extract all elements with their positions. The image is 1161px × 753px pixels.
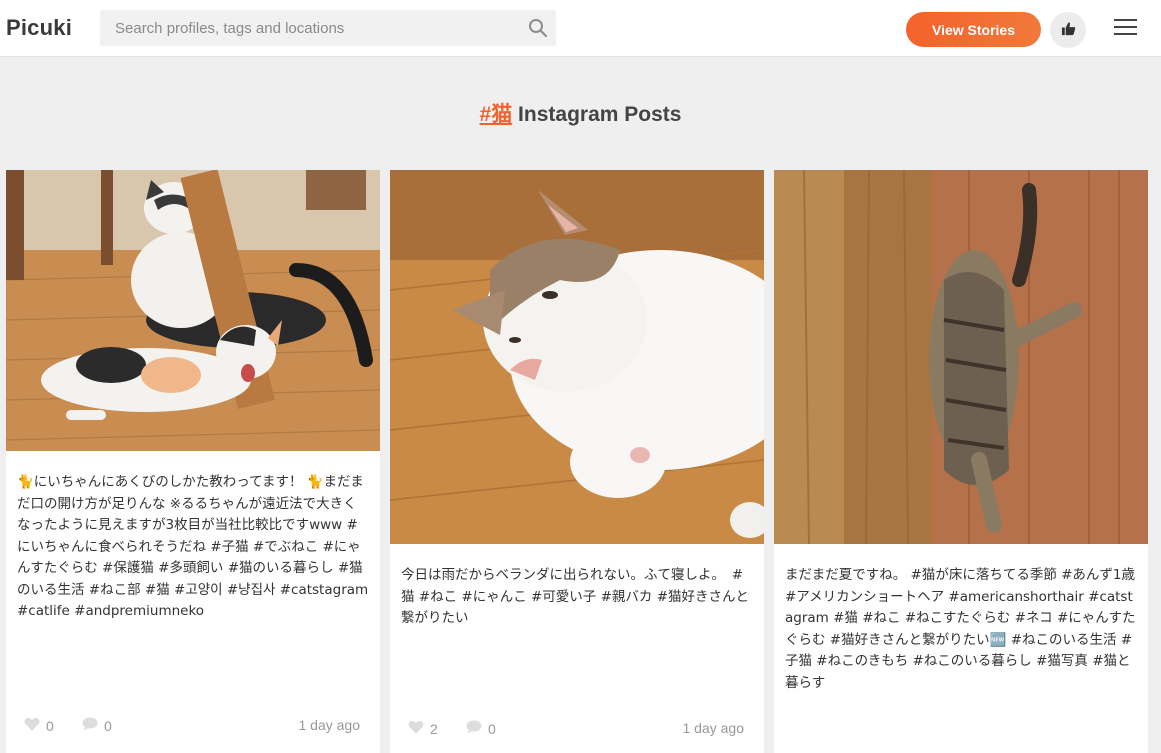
post-caption: まだまだ夏ですね。 #猫が床に落ちてる季節 #あんず1歳 #アメリカンショートヘ… bbox=[785, 567, 1136, 691]
heart-icon bbox=[24, 717, 40, 734]
post-time: 1 day ago bbox=[298, 717, 361, 733]
site-logo[interactable]: Picuki bbox=[6, 15, 72, 41]
search-box bbox=[100, 10, 556, 46]
page-title: #猫 Instagram Posts bbox=[0, 98, 1161, 128]
post-image[interactable] bbox=[6, 170, 380, 451]
post-caption: 今日は雨だからベランダに出られない。ふて寝しよ。 #猫 #ねこ #にゃんこ #可… bbox=[401, 567, 750, 626]
post-card: 今日は雨だからベランダに出られない。ふて寝しよ。 #猫 #ねこ #にゃんこ #可… bbox=[390, 170, 764, 753]
post-footer: 0 0 1 day ago bbox=[24, 717, 362, 737]
thumbs-up-button[interactable] bbox=[1050, 12, 1086, 48]
post-footer: 2 0 1 day ago bbox=[408, 720, 746, 740]
comment-icon bbox=[82, 717, 98, 734]
thumbs-up-icon bbox=[1061, 21, 1076, 39]
search-input[interactable] bbox=[100, 10, 520, 46]
comment-count: 0 bbox=[488, 720, 496, 737]
post-image[interactable] bbox=[774, 170, 1148, 544]
view-stories-button[interactable]: View Stories bbox=[906, 12, 1041, 47]
page-title-suffix: Instagram Posts bbox=[512, 103, 682, 126]
comment-count: 0 bbox=[104, 717, 112, 734]
post-time: 1 day ago bbox=[682, 720, 745, 736]
menu-button[interactable] bbox=[1114, 18, 1138, 40]
post-card: 🐈にいちゃんにあくびのしかた教わってます！ 🐈まだまだ口の開け方が足りんな ※る… bbox=[6, 170, 380, 753]
like-count: 2 bbox=[430, 720, 438, 737]
menu-icon-bar bbox=[1114, 25, 1137, 28]
like-stat[interactable]: 2 bbox=[408, 720, 438, 737]
like-stat[interactable]: 0 bbox=[24, 717, 54, 734]
like-count: 0 bbox=[46, 717, 54, 734]
post-caption: 🐈にいちゃんにあくびのしかた教わってます！ 🐈まだまだ口の開け方が足りんな ※る… bbox=[17, 474, 369, 619]
comment-icon bbox=[466, 720, 482, 737]
post-card: まだまだ夏ですね。 #猫が床に落ちてる季節 #あんず1歳 #アメリカンショートヘ… bbox=[774, 170, 1148, 753]
top-bar: Picuki View Stories bbox=[0, 0, 1161, 57]
search-icon[interactable] bbox=[528, 18, 548, 38]
comment-stat[interactable]: 0 bbox=[82, 717, 112, 734]
heart-icon bbox=[408, 720, 424, 737]
menu-icon-bar bbox=[1114, 18, 1137, 21]
comment-stat[interactable]: 0 bbox=[466, 720, 496, 737]
hashtag-link[interactable]: #猫 bbox=[480, 103, 513, 126]
post-image[interactable] bbox=[390, 170, 764, 544]
menu-icon-bar bbox=[1114, 32, 1137, 35]
